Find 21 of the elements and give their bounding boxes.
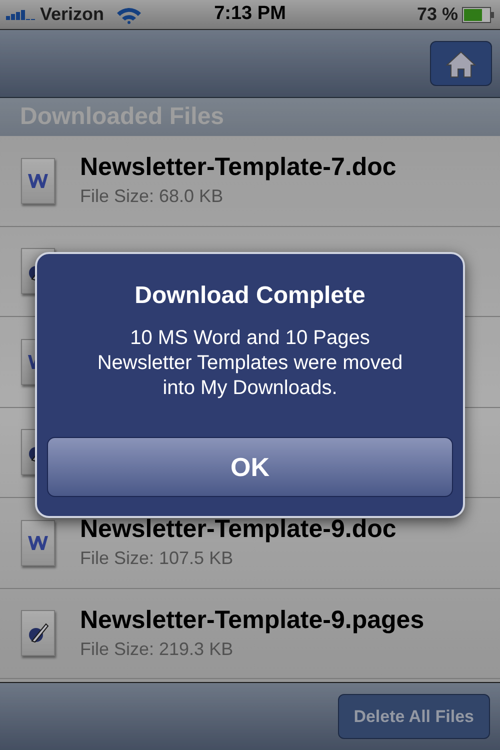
- status-time: 7:13 PM: [213, 2, 287, 26]
- pen-document-icon: [21, 610, 55, 656]
- home-button[interactable]: [430, 41, 492, 86]
- carrier-name: Verizon: [40, 3, 104, 26]
- home-icon: [446, 50, 476, 78]
- battery-icon: [462, 6, 494, 22]
- file-size: File Size: 219.3 KB: [80, 638, 234, 661]
- file-size: File Size: 107.5 KB: [80, 547, 234, 570]
- battery-percent: 73 %: [416, 3, 458, 26]
- wifi-icon: [116, 6, 142, 24]
- file-name: Newsletter-Template-9.pages: [80, 604, 424, 636]
- file-name: Newsletter-Template-7.doc: [80, 152, 396, 184]
- file-name: Newsletter-Template-9.doc: [80, 514, 396, 546]
- signal-icon: [6, 10, 36, 20]
- delete-all-files-button[interactable]: Delete All Files: [338, 694, 490, 739]
- alert-title: Download Complete: [134, 281, 366, 311]
- alert-message: 10 MS Word and 10 Pages Newsletter Templates were moved into My Downloads.: [96, 326, 404, 401]
- file-size: File Size: 68.0 KB: [80, 185, 224, 208]
- ok-button[interactable]: OK: [47, 437, 453, 497]
- word-document-icon: [21, 520, 55, 566]
- word-document-icon: [21, 158, 55, 204]
